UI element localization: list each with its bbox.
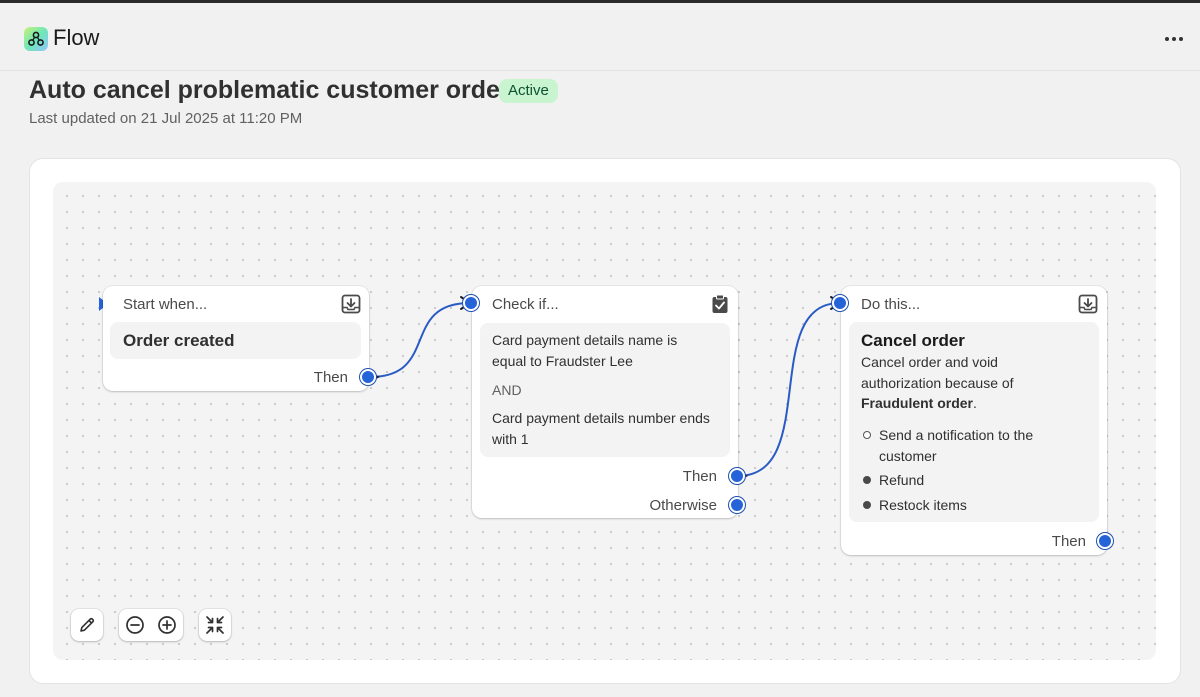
trigger-summary: Order created xyxy=(110,322,361,359)
condition-rule-2-line-2: with 1 xyxy=(492,431,529,447)
condition-rule-1-line-2: equal to Fraudster Lee xyxy=(492,353,633,369)
edit-button[interactable] xyxy=(71,609,103,641)
condition-rule-1-line-1: Card payment details name is xyxy=(492,332,678,348)
trigger-then-port[interactable] xyxy=(360,369,376,385)
option-notify-customer-line-2: customer xyxy=(879,448,937,464)
action-node-header: Do this... xyxy=(861,296,921,313)
trigger-then-label: Then xyxy=(313,369,348,386)
page-title: Auto cancel problematic customer order xyxy=(29,76,510,104)
option-checked-bullet xyxy=(863,476,871,484)
pencil-icon xyxy=(71,609,103,641)
action-title: Cancel order xyxy=(861,331,965,350)
fit-view-icon xyxy=(199,609,231,641)
condition-input-port[interactable] xyxy=(463,295,479,311)
action-description: Cancel order and void authorization beca… xyxy=(861,352,1091,414)
action-reason: Fraudulent order xyxy=(861,395,974,411)
action-desc-line-3: Fraudulent order. xyxy=(861,393,1091,414)
option-checked-bullet xyxy=(863,501,871,509)
condition-rule-2-line-1: Card payment details number ends xyxy=(492,410,710,426)
more-horizontal-icon[interactable] xyxy=(1160,25,1188,53)
flow-logo-icon xyxy=(24,27,48,51)
action-desc-line-2: authorization because of xyxy=(861,374,1014,391)
download-tray-icon xyxy=(1078,294,1098,314)
option-restock-items: Restock items xyxy=(879,497,967,513)
app-name: Flow xyxy=(53,25,100,50)
zoom-in-icon[interactable] xyxy=(151,609,183,641)
action-node[interactable]: Do this... Cancel order Cancel order and… xyxy=(832,286,1113,555)
option-unchecked-bullet xyxy=(863,431,871,439)
status-badge: Active xyxy=(499,79,558,103)
condition-otherwise-label: Otherwise xyxy=(649,497,717,514)
trigger-node-header: Start when... xyxy=(123,296,208,313)
option-notify-customer-line-1: Send a notification to the xyxy=(879,427,1034,443)
action-then-port[interactable] xyxy=(1097,533,1113,549)
app-header: Flow xyxy=(0,3,1200,71)
clipboard-check-icon xyxy=(710,294,730,314)
condition-then-port[interactable] xyxy=(729,468,745,484)
fit-view-button[interactable] xyxy=(199,609,231,641)
download-tray-icon xyxy=(341,294,361,314)
trigger-title: Order created xyxy=(123,331,235,350)
action-input-port[interactable] xyxy=(832,295,848,311)
condition-operator: AND xyxy=(492,382,522,398)
option-refund: Refund xyxy=(879,472,925,488)
action-desc-end: . xyxy=(973,395,977,411)
last-updated-text: Last updated on 21 Jul 2025 at 11:20 PM xyxy=(29,110,303,127)
trigger-node[interactable]: Start when... Order created Then xyxy=(103,286,376,391)
condition-summary: Card payment details name is equal to Fr… xyxy=(480,323,730,457)
action-then-label: Then xyxy=(1051,533,1086,550)
condition-otherwise-port[interactable] xyxy=(729,497,745,513)
action-desc-line-1: Cancel order and void xyxy=(861,354,998,370)
zoom-out-icon[interactable] xyxy=(119,609,151,641)
action-summary: Cancel order Cancel order and void autho… xyxy=(849,322,1099,522)
zoom-controls xyxy=(119,609,183,641)
condition-node-header: Check if... xyxy=(492,296,559,313)
condition-then-label: Then xyxy=(682,468,717,485)
condition-node[interactable]: Check if... Card payment details name is… xyxy=(463,286,745,518)
